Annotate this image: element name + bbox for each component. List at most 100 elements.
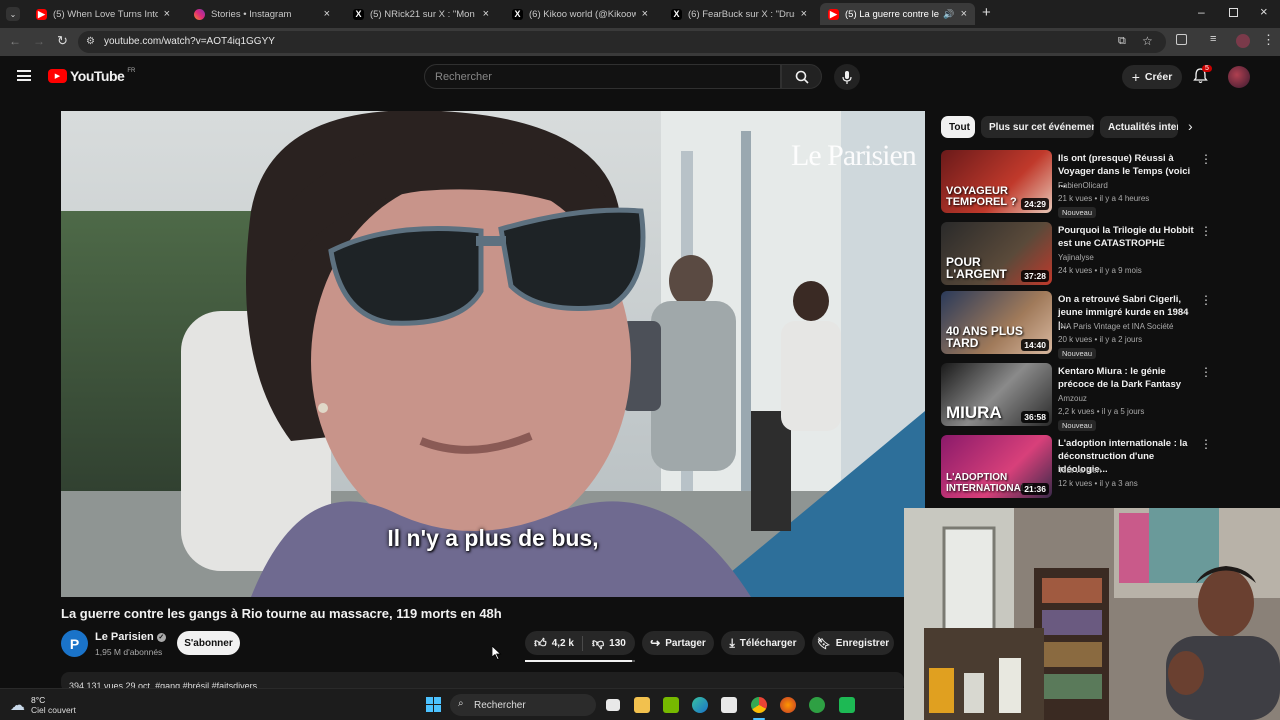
app-icon[interactable] <box>839 697 855 713</box>
search-input[interactable]: Rechercher <box>424 64 781 89</box>
notifications-button[interactable]: 5 <box>1193 65 1212 89</box>
youtube-header: ▶ YouTube FR Rechercher + Créer 5 <box>0 56 1280 100</box>
hamburger-menu-icon[interactable] <box>17 70 31 81</box>
close-tab-icon[interactable]: × <box>961 8 967 20</box>
install-app-icon[interactable]: ⧉ <box>1118 35 1126 48</box>
search-placeholder: Rechercher <box>435 71 492 83</box>
windows-start-icon[interactable] <box>426 697 441 712</box>
share-button[interactable]: ↪ Partager <box>642 631 714 655</box>
recommended-video-channel[interactable]: FabienOlicard <box>1058 181 1108 190</box>
close-tab-icon[interactable]: × <box>642 8 648 20</box>
recommended-video-title[interactable]: Kentaro Miura : le génie précoce de la D… <box>1058 365 1194 391</box>
forward-icon[interactable]: → <box>33 34 45 48</box>
recommended-video-title[interactable]: Pourquoi la Trilogie du Hobbit est une C… <box>1058 224 1194 250</box>
recommended-video[interactable]: MIURA 36:58 Kentaro Miura : le génie préco… <box>941 363 1212 431</box>
app-icon[interactable] <box>809 697 825 713</box>
chrome-icon[interactable] <box>751 697 767 713</box>
close-tab-icon[interactable]: × <box>801 8 807 20</box>
site-info-icon[interactable]: ⚙ <box>86 36 95 47</box>
taskbar-search[interactable]: ⌕ Rechercher <box>450 694 596 716</box>
video-duration: 37:28 <box>1021 270 1049 282</box>
video-thumbnail[interactable]: 40 ANS PLUS TARD 14:40 <box>941 291 1052 354</box>
recommended-video-channel[interactable]: Yajinalyse <box>1058 253 1094 262</box>
chip-all[interactable]: Tout <box>941 116 975 138</box>
recommended-video[interactable]: POUR L'ARGENT 37:28 Pourquoi la Trilogie d… <box>941 222 1212 288</box>
chip-next-chevron-icon[interactable]: › <box>1188 118 1193 134</box>
download-label: Télécharger <box>739 637 797 649</box>
channel-name[interactable]: Le Parisien ✓ <box>95 631 166 643</box>
like-button[interactable]: 👍︎ 4,2 k <box>534 635 583 651</box>
webcam-frame <box>904 508 1280 720</box>
close-tab-icon[interactable]: × <box>324 8 330 20</box>
more-options-icon[interactable]: ⋮ <box>1200 152 1212 166</box>
create-label: Créer <box>1144 71 1173 83</box>
address-bar[interactable]: ⚙ youtube.com/watch?v=AOT4iq1GGYY ⧉ ☆ <box>78 31 1166 53</box>
recommended-video[interactable]: 40 ANS PLUS TARD 14:40 On a retrouvé Sabri… <box>941 291 1212 359</box>
new-tab-button[interactable]: + <box>982 4 991 21</box>
extensions-icon[interactable] <box>1176 34 1187 45</box>
close-window-button[interactable]: × <box>1260 4 1268 19</box>
video-thumbnail[interactable]: L'ADOPTION INTERNATIONALE 21:36 <box>941 435 1052 498</box>
store-icon[interactable] <box>721 697 737 713</box>
microphone-icon <box>842 70 852 84</box>
search-button[interactable] <box>781 64 822 89</box>
browser-tab[interactable]: X (5) NRick21 sur X : "Mon miniat × <box>345 3 497 25</box>
subscribe-button[interactable]: S'abonner <box>177 631 240 655</box>
download-button[interactable]: ⤓ Télécharger <box>721 631 805 655</box>
youtube-play-icon: ▶ <box>48 69 67 83</box>
profile-avatar-icon[interactable] <box>1236 34 1250 48</box>
reload-icon[interactable]: ↻ <box>57 33 68 49</box>
thumbnail-caption: MIURA <box>946 403 1002 423</box>
browser-tab-active[interactable]: ▶ (5) La guerre contre les gan 🔊 × <box>820 3 975 25</box>
close-tab-icon[interactable]: × <box>483 8 489 20</box>
mouse-cursor-icon <box>492 646 502 660</box>
user-avatar[interactable] <box>1228 66 1250 88</box>
dislike-button[interactable]: 👎︎ 130 <box>588 636 626 651</box>
weather-widget[interactable]: ☁ 8°C Ciel couvert <box>10 695 76 715</box>
tab-title: Stories • Instagram <box>211 8 292 20</box>
media-control-icon[interactable]: ≡ <box>1210 33 1216 45</box>
browser-tab[interactable]: ▶ (5) When Love Turns Into Rivalr × <box>28 3 178 25</box>
video-thumbnail[interactable]: POUR L'ARGENT 37:28 <box>941 222 1052 285</box>
speaker-icon[interactable]: 🔊 <box>943 9 954 20</box>
chip-more-on-event[interactable]: Plus sur cet événement <box>981 116 1094 138</box>
save-button[interactable]: 🔖︎ Enregistrer <box>812 631 894 655</box>
recommended-video[interactable]: VOYAGEUR TEMPOREL ? 24:29 Ils ont (presque… <box>941 150 1212 218</box>
more-options-icon[interactable]: ⋮ <box>1200 224 1212 238</box>
back-icon[interactable]: ← <box>9 34 21 48</box>
video-thumbnail[interactable]: MIURA 36:58 <box>941 363 1052 426</box>
chip-international-news[interactable]: Actualités inter <box>1100 116 1178 138</box>
browser-tab[interactable]: X (6) FearBuck sur X : "Druski drop × <box>663 3 815 25</box>
video-player[interactable]: Le Parisien Il n'y a plus de bus, <box>61 111 925 597</box>
notification-count-badge: 5 <box>1202 65 1212 72</box>
maximize-button[interactable] <box>1229 8 1238 17</box>
thumbnail-caption: VOYAGEUR TEMPOREL ? <box>946 184 1017 209</box>
browser-tab[interactable]: Stories • Instagram × <box>186 3 338 25</box>
close-tab-icon[interactable]: × <box>164 8 170 20</box>
task-view-icon[interactable] <box>606 699 620 711</box>
thumbnail-caption: POUR L'ARGENT <box>946 254 1007 282</box>
voice-search-button[interactable] <box>834 64 860 90</box>
recommended-video-channel[interactable]: Tout va bien <box>1058 466 1101 475</box>
edge-icon[interactable] <box>692 697 708 713</box>
more-options-icon[interactable]: ⋮ <box>1200 365 1212 379</box>
browser-tab[interactable]: X (6) Kikoo world (@KikooworldT × <box>504 3 656 25</box>
more-options-icon[interactable]: ⋮ <box>1200 437 1212 451</box>
more-options-icon[interactable]: ⋮ <box>1200 293 1212 307</box>
channel-avatar[interactable]: P <box>61 630 88 657</box>
nvidia-icon[interactable] <box>663 697 679 713</box>
video-thumbnail[interactable]: VOYAGEUR TEMPOREL ? 24:29 <box>941 150 1052 213</box>
firefox-icon[interactable] <box>780 697 796 713</box>
recommended-video-channel[interactable]: Amzouz <box>1058 394 1087 403</box>
video-subtitle: Il n'y a plus de bus, <box>387 525 599 551</box>
file-explorer-icon[interactable] <box>634 697 650 713</box>
bookmark-star-icon[interactable]: ☆ <box>1142 34 1153 48</box>
minimize-button[interactable]: – <box>1198 5 1205 19</box>
browser-menu-icon[interactable]: ⋮ <box>1262 32 1275 48</box>
new-badge: Nouveau <box>1058 207 1097 218</box>
tab-list-dropdown-icon[interactable]: ⌄ <box>6 7 20 21</box>
recommended-video-channel[interactable]: INA Paris Vintage et INA Société <box>1058 322 1173 331</box>
recommended-video[interactable]: L'ADOPTION INTERNATIONALE 21:36 L'adoption… <box>941 435 1212 501</box>
create-button[interactable]: + Créer <box>1122 65 1182 89</box>
youtube-logo[interactable]: ▶ YouTube FR <box>48 68 135 84</box>
